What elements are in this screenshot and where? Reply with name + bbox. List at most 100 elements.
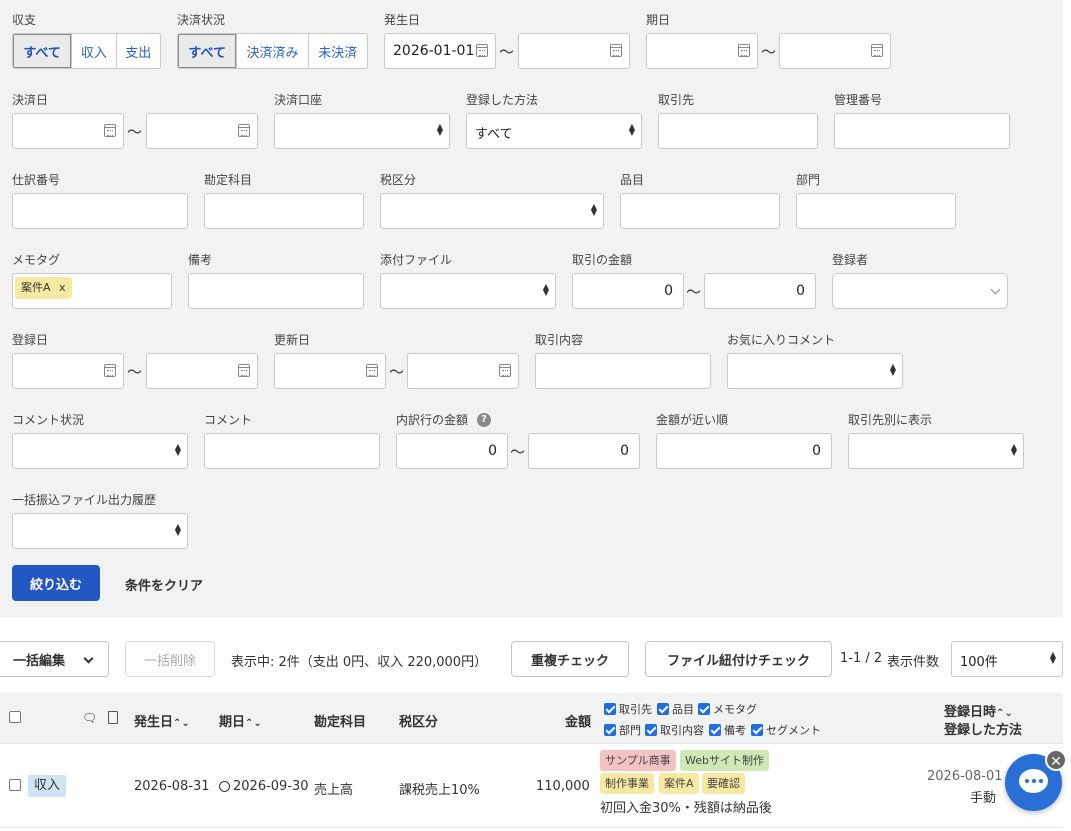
select-arrows-icon: ▲ ▼ <box>1049 650 1056 665</box>
filter-label-hassei-bi: 発生日 <box>384 13 421 27</box>
select-arrows-icon: ▲ ▼ <box>590 202 597 217</box>
biko-input[interactable] <box>188 273 364 309</box>
file-link-check-button[interactable]: ファイル紐付けチェック <box>645 641 832 677</box>
zei-kubun-select[interactable]: ▲ ▼ <box>380 193 604 229</box>
filter-label-kessai-bi: 決済日 <box>12 93 49 107</box>
paging-text: 1-1 / 2 <box>840 651 883 666</box>
clear-filters-button[interactable]: 条件をクリア <box>125 575 203 594</box>
hassei-bi-from-value: 2026-01-01 <box>393 43 475 59</box>
torokusha-select[interactable] <box>832 273 1008 309</box>
calendar-icon <box>610 44 622 57</box>
checkbox[interactable] <box>604 724 616 736</box>
bumon-input[interactable] <box>796 193 956 229</box>
select-arrows-icon: ▲ ▼ <box>1010 442 1017 457</box>
filter-label-okiniiri-comment: お気に入りコメント <box>727 333 836 347</box>
toggle-hinmoku[interactable]: 品目 <box>657 701 694 717</box>
calendar-icon <box>104 124 116 137</box>
torihiki-kingaku-from-input[interactable]: 0 <box>572 273 684 309</box>
col-hassei-bi[interactable]: 発生日⌃⌄ <box>134 711 190 730</box>
chip-hinmoku: Webサイト制作 <box>680 750 769 771</box>
toggle-biko[interactable]: 備考 <box>709 722 746 738</box>
uchiwake-kingaku-from-input[interactable]: 0 <box>396 433 508 469</box>
kanjo-kamoku-input[interactable] <box>204 193 364 229</box>
toggle-bumon[interactable]: 部門 <box>604 722 641 738</box>
toggle-memo-tag[interactable]: メモタグ <box>698 701 757 717</box>
kessai-bi-to-input[interactable] <box>146 113 258 149</box>
select-all-checkbox[interactable] <box>9 711 21 723</box>
torihikisaki-betsu-select[interactable]: ▲ ▼ <box>848 433 1024 469</box>
kijitsu-from-input[interactable] <box>646 33 758 69</box>
toroku-bi-from-input[interactable] <box>12 353 124 389</box>
hassei-bi-to-input[interactable] <box>518 33 630 69</box>
duplicate-check-button[interactable]: 重複チェック <box>511 641 629 677</box>
sort-icon: ⌃⌄ <box>173 718 190 729</box>
filter-label-kessai-koza: 決済口座 <box>274 93 323 107</box>
ikkatsu-furikomi-select[interactable]: ▲ ▼ <box>12 513 188 549</box>
tenpu-file-select[interactable]: ▲ ▼ <box>380 273 556 309</box>
checkbox[interactable] <box>657 703 669 715</box>
filter-submit-button[interactable]: 絞り込む <box>12 565 100 601</box>
kessai-bi-from-input[interactable] <box>12 113 124 149</box>
toggle-torihiki-naiyo[interactable]: 取引内容 <box>645 722 704 738</box>
filter-label-memo-tag: メモタグ <box>12 253 61 267</box>
col-toroku-nichiji[interactable]: 登録日時⌃⌄ <box>944 701 1013 720</box>
range-tilde: 〜 <box>127 363 143 381</box>
koshin-bi-from-input[interactable] <box>274 353 386 389</box>
sort-icon: ⌃⌄ <box>245 718 262 729</box>
filter-label-koshin-bi: 更新日 <box>274 333 311 347</box>
chevron-down-icon <box>990 284 1001 295</box>
uchiwake-kingaku-to-input[interactable]: 0 <box>528 433 640 469</box>
remove-tag-icon[interactable]: x <box>59 281 66 294</box>
comment-icon: 🗨 <box>82 711 98 725</box>
col-hassei-bi-label: 発生日 <box>134 715 174 730</box>
kingaku-chikai-value: 0 <box>812 443 821 459</box>
document-icon <box>108 711 118 724</box>
chip-torihikisaki: サンプル商事 <box>600 750 676 771</box>
checkbox[interactable] <box>709 724 721 736</box>
table-row[interactable]: 収入 2026-08-31 2026-09-30 売上高 課税売上10% 110… <box>0 744 1063 828</box>
bulk-delete-button[interactable]: 一括削除 <box>125 641 215 677</box>
shushi-income-button[interactable]: 収入 <box>71 34 115 68</box>
row-checkbox[interactable] <box>9 779 21 791</box>
kijitsu-to-input[interactable] <box>779 33 891 69</box>
filter-label-kanjo-kamoku: 勘定科目 <box>204 173 253 187</box>
kessai-all-button[interactable]: すべて <box>178 34 237 68</box>
toggle-segment[interactable]: セグメント <box>751 722 821 738</box>
toroku-bi-to-input[interactable] <box>146 353 258 389</box>
checkbox[interactable] <box>604 703 616 715</box>
kingaku-chikai-input[interactable]: 0 <box>656 433 832 469</box>
koshin-bi-to-input[interactable] <box>407 353 519 389</box>
shiwake-bango-input[interactable] <box>12 193 188 229</box>
kanri-bango-input[interactable] <box>834 113 1010 149</box>
comment-input[interactable] <box>204 433 380 469</box>
torihikisaki-input[interactable] <box>658 113 818 149</box>
checkbox[interactable] <box>698 703 710 715</box>
kessai-undone-button[interactable]: 未決済 <box>307 34 367 68</box>
chevron-down-icon <box>83 653 94 664</box>
per-page-select[interactable]: 100件 ▲ ▼ <box>951 641 1063 677</box>
checkbox[interactable] <box>645 724 657 736</box>
torihiki-kingaku-to-input[interactable]: 0 <box>704 273 816 309</box>
toroku-hoho-select[interactable]: すべて ▲ ▼ <box>466 113 642 149</box>
kessai-koza-select[interactable]: ▲ ▼ <box>274 113 450 149</box>
shushi-expense-button[interactable]: 支出 <box>115 34 160 68</box>
per-page-label: 表示件数 <box>887 655 940 670</box>
help-icon[interactable]: ? <box>477 413 491 427</box>
col-kijitsu[interactable]: 期日⌃⌄ <box>219 711 262 730</box>
toggle-torihikisaki[interactable]: 取引先 <box>604 701 652 717</box>
hassei-bi-from-input[interactable]: 2026-01-01 <box>384 33 496 69</box>
comment-status-select[interactable]: ▲ ▼ <box>12 433 188 469</box>
shushi-all-button[interactable]: すべて <box>13 34 72 68</box>
filter-label-ikkatsu-furikomi: 一括振込ファイル出力履歴 <box>12 493 157 507</box>
bulk-edit-button[interactable]: 一括編集 <box>0 641 109 677</box>
chip-bumon: 制作事業 <box>600 773 654 794</box>
chat-close-icon[interactable]: ✕ <box>1045 749 1067 771</box>
hinmoku-input[interactable] <box>620 193 780 229</box>
memo-tag-input[interactable]: 案件A x <box>12 273 172 309</box>
cell-kingaku: 110,000 <box>536 779 590 794</box>
torihiki-naiyo-input[interactable] <box>535 353 711 389</box>
kessai-done-button[interactable]: 決済済み <box>236 34 307 68</box>
okiniiri-comment-select[interactable]: ▲ ▼ <box>727 353 903 389</box>
checkbox[interactable] <box>751 724 763 736</box>
cell-zei-kubun: 課税売上10% <box>399 783 480 798</box>
